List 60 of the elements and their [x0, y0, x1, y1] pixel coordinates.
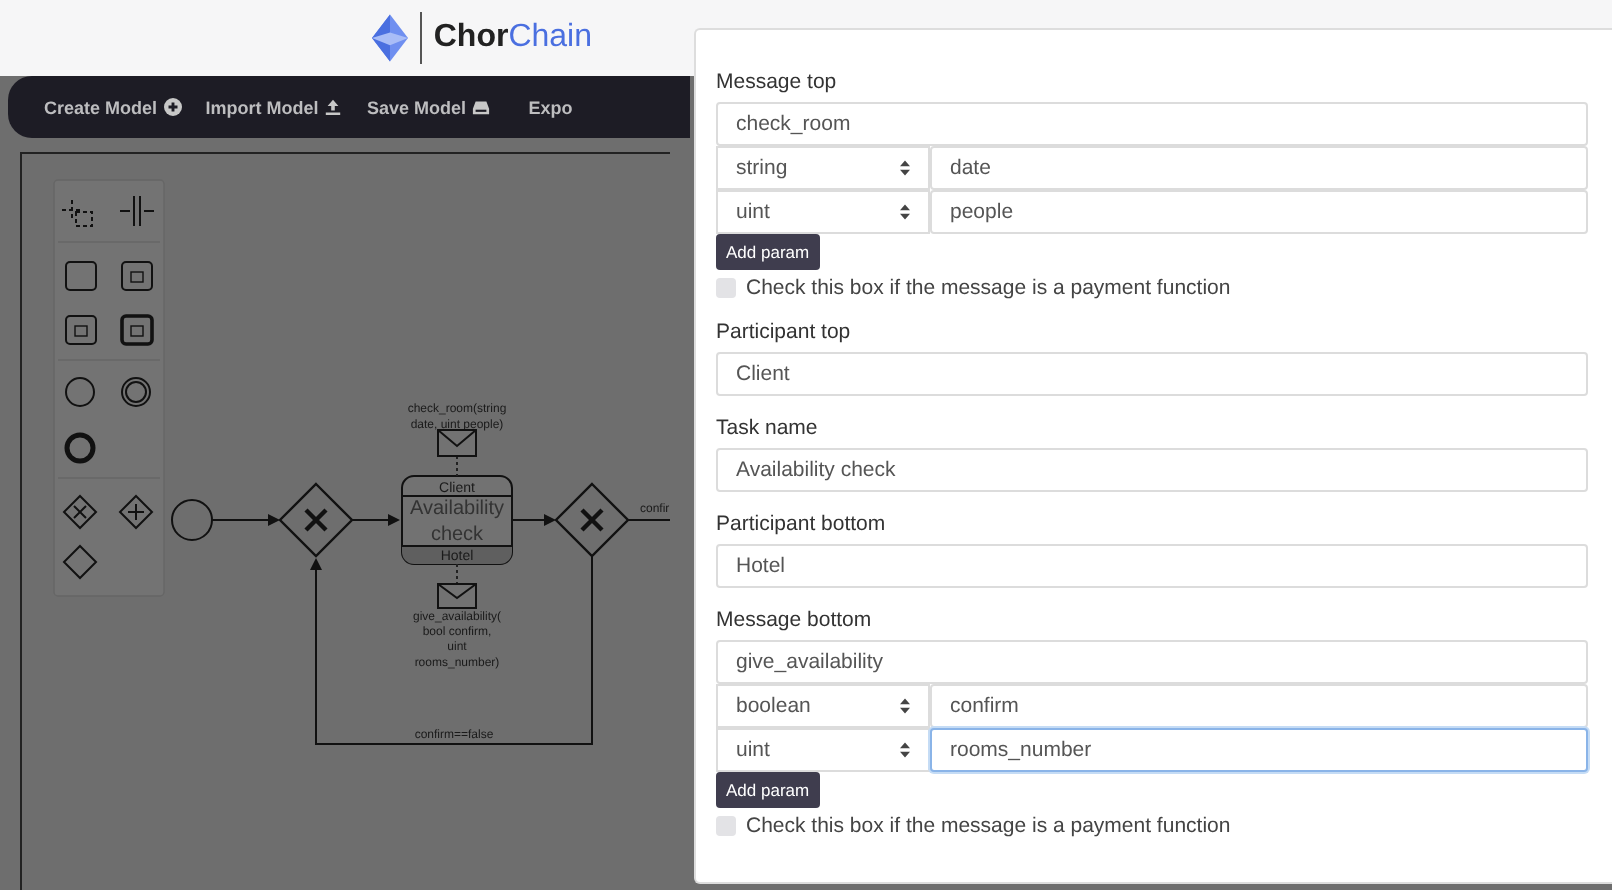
task-label: check — [430, 524, 484, 546]
envelope-icon — [437, 583, 477, 609]
type-select[interactable]: string — [716, 146, 930, 190]
field-label: Message bottom — [716, 608, 874, 632]
nav-link[interactable]: Create Model — [44, 97, 206, 117]
param-name-field[interactable]: date — [930, 146, 1588, 190]
start-event-tool-icon[interactable] — [65, 377, 95, 407]
sequence-arrow — [511, 514, 556, 526]
sort-caret-icon — [900, 742, 910, 758]
brand-name[interactable]: ChorChain — [433, 20, 592, 56]
checkbox[interactable] — [716, 278, 736, 298]
task-tool-icon[interactable] — [65, 261, 97, 291]
lasso-tool-icon[interactable] — [61, 199, 93, 227]
field-label: Message top — [716, 70, 839, 94]
text-field[interactable]: Client — [716, 352, 1588, 396]
field-label: Participant bottom — [716, 512, 888, 536]
checkbox-label: Check this box if the message is a payment function — [746, 814, 1231, 838]
sort-caret-icon — [900, 698, 910, 714]
upload-icon — [324, 98, 343, 116]
type-select[interactable]: uint — [716, 190, 930, 234]
gateway-tool-icon[interactable] — [62, 494, 98, 530]
start-event — [171, 499, 213, 541]
field-label: Task name — [716, 416, 820, 440]
task-tool-icon[interactable] — [120, 314, 154, 346]
type-select[interactable]: boolean — [716, 684, 930, 728]
text-field[interactable]: Hotel — [716, 544, 1588, 588]
nav-link[interactable]: Expo — [528, 97, 690, 117]
sequence-arrow — [211, 514, 280, 526]
exclusive-gateway — [554, 482, 630, 558]
task-label: Availability — [409, 498, 505, 520]
choreography-task — [401, 475, 513, 565]
sequence-arrow — [351, 514, 400, 526]
sort-caret-icon — [900, 160, 910, 176]
logo-icon — [371, 14, 408, 62]
task-tool-icon[interactable] — [65, 315, 97, 345]
type-select[interactable]: uint — [716, 728, 930, 772]
add-param-button[interactable]: Add param — [716, 234, 820, 270]
gateway-tool-icon[interactable] — [62, 544, 98, 580]
checkbox[interactable] — [716, 816, 736, 836]
task-tool-icon[interactable] — [121, 261, 153, 291]
add-param-button[interactable]: Add param — [716, 772, 820, 808]
param-name-field[interactable]: rooms_number — [930, 728, 1588, 772]
space-tool-icon[interactable] — [119, 195, 155, 227]
param-name-field[interactable]: people — [930, 190, 1588, 234]
plus-circle-icon — [163, 98, 182, 116]
text-field[interactable]: give_availability — [716, 640, 1588, 684]
intermediate-event-tool-icon[interactable] — [121, 377, 151, 407]
nav-link[interactable]: Import Model — [205, 97, 367, 117]
nav-link[interactable]: Save Model — [367, 97, 529, 117]
param-name-field[interactable]: confirm — [930, 684, 1588, 728]
sort-caret-icon — [900, 204, 910, 220]
gateway-tool-icon[interactable] — [118, 494, 154, 530]
checkbox-label: Check this box if the message is a payment function — [746, 276, 1231, 300]
envelope-icon — [437, 429, 477, 457]
text-field[interactable]: Availability check — [716, 448, 1588, 492]
field-label: Participant top — [716, 320, 853, 344]
exclusive-gateway — [278, 482, 354, 558]
end-event-tool-icon[interactable] — [64, 432, 96, 464]
drive-icon — [472, 98, 491, 116]
text-field[interactable]: check_room — [716, 102, 1588, 146]
